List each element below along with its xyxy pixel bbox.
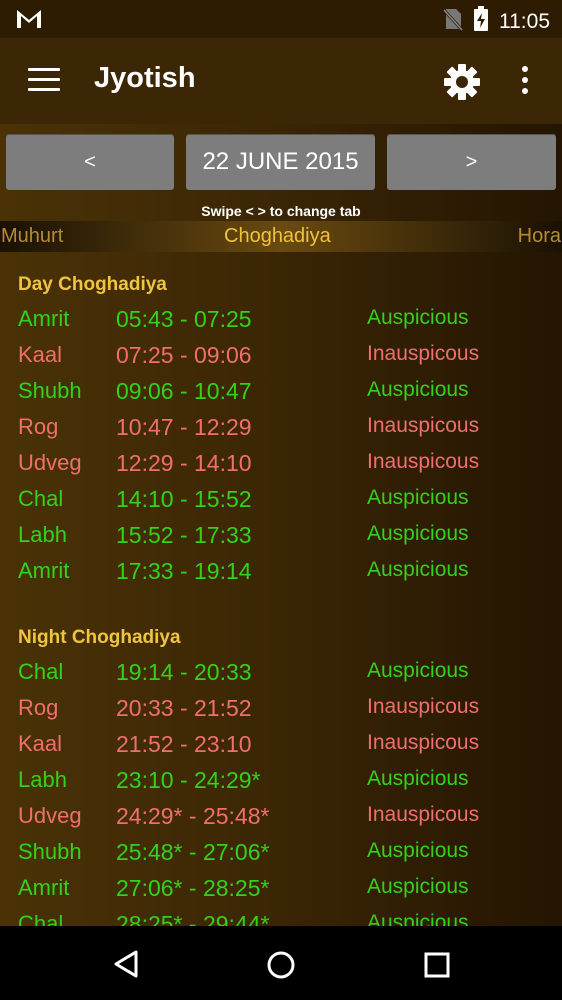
system-nav-bar	[0, 926, 562, 1000]
period-name: Rog	[18, 695, 59, 720]
choghadiya-row: Rog 20:33 - 21:52 Inauspicous	[0, 695, 562, 731]
period-time: 23:10 - 24:29*	[116, 767, 261, 793]
choghadiya-row: Kaal 07:25 - 09:06 Inauspicous	[0, 342, 562, 378]
choghadiya-row: Shubh 25:48* - 27:06* Auspicious	[0, 839, 562, 875]
period-status: Inauspicous	[367, 342, 480, 365]
battery-charging-icon	[473, 6, 489, 37]
period-status: Inauspicous	[367, 695, 480, 718]
app-bar: Jyotish	[0, 38, 562, 124]
tab-hora[interactable]: Hora	[518, 225, 561, 248]
period-time: 12:29 - 14:10	[116, 450, 252, 476]
choghadiya-row: Udveg 12:29 - 14:10 Inauspicous	[0, 450, 562, 486]
tab-muhurt[interactable]: Muhurt	[1, 225, 63, 248]
date-button[interactable]: 22 JUNE 2015	[186, 134, 375, 190]
choghadiya-row: Amrit 05:43 - 07:25 Auspicious	[0, 306, 562, 342]
period-name: Rog	[18, 414, 59, 439]
period-time: 05:43 - 07:25	[116, 306, 252, 332]
period-status: Inauspicous	[367, 414, 480, 437]
tab-choghadiya[interactable]: Choghadiya	[224, 225, 331, 248]
choghadiya-row: Shubh 09:06 - 10:47 Auspicious	[0, 378, 562, 414]
period-name: Udveg	[18, 450, 82, 475]
period-name: Chal	[18, 486, 64, 511]
swipe-hint: Swipe < > to change tab	[201, 203, 361, 219]
period-status: Auspicious	[367, 486, 469, 509]
period-time: 25:48* - 27:06*	[116, 839, 270, 865]
choghadiya-row: Labh 23:10 - 24:29* Auspicious	[0, 767, 562, 803]
period-time: 27:06* - 28:25*	[116, 875, 270, 901]
period-time: 14:10 - 15:52	[116, 486, 252, 512]
period-name: Kaal	[18, 731, 63, 756]
choghadiya-content: < 22 JUNE 2015 > Swipe < > to change tab…	[0, 124, 562, 926]
overflow-menu-icon[interactable]	[522, 66, 530, 99]
period-time: 10:47 - 12:29	[116, 414, 252, 440]
menu-icon[interactable]	[28, 68, 60, 92]
period-name: Labh	[18, 522, 67, 547]
back-icon[interactable]	[112, 950, 140, 983]
period-name: Amrit	[18, 875, 70, 900]
period-status: Auspicious	[367, 659, 469, 682]
period-status: Inauspicous	[367, 803, 480, 826]
choghadiya-row: Rog 10:47 - 12:29 Inauspicous	[0, 414, 562, 450]
night-choghadiya-title: Night Choghadiya	[18, 627, 181, 648]
no-sim-icon	[442, 7, 464, 36]
recents-icon[interactable]	[424, 952, 450, 983]
choghadiya-row: Chal 14:10 - 15:52 Auspicious	[0, 486, 562, 522]
choghadiya-row: Chal 28:25* - 29:44* Auspicious	[0, 911, 562, 926]
period-status: Auspicious	[367, 839, 469, 862]
app-title: Jyotish	[94, 62, 196, 94]
period-time: 19:14 - 20:33	[116, 659, 252, 685]
period-status: Auspicious	[367, 767, 469, 790]
period-time: 07:25 - 09:06	[116, 342, 252, 368]
home-icon[interactable]	[266, 950, 296, 985]
prev-date-button[interactable]: <	[6, 134, 174, 190]
period-status: Auspicious	[367, 306, 469, 329]
choghadiya-row: Amrit 17:33 - 19:14 Auspicious	[0, 558, 562, 594]
period-status: Auspicious	[367, 378, 469, 401]
tab-strip: Muhurt Choghadiya Hora	[0, 221, 562, 252]
period-name: Shubh	[18, 378, 82, 403]
period-name: Udveg	[18, 803, 82, 828]
period-name: Labh	[18, 767, 67, 792]
choghadiya-row: Udveg 24:29* - 25:48* Inauspicous	[0, 803, 562, 839]
period-name: Chal	[18, 911, 64, 926]
gear-icon[interactable]	[442, 62, 482, 107]
period-time: 20:33 - 21:52	[116, 695, 252, 721]
period-status: Auspicious	[367, 875, 469, 898]
period-name: Shubh	[18, 839, 82, 864]
period-time: 17:33 - 19:14	[116, 558, 252, 584]
period-name: Amrit	[18, 306, 70, 331]
next-date-button[interactable]: >	[387, 134, 556, 190]
choghadiya-row: Kaal 21:52 - 23:10 Inauspicous	[0, 731, 562, 767]
period-name: Chal	[18, 659, 64, 684]
day-choghadiya-title: Day Choghadiya	[18, 274, 167, 295]
status-time: 11:05	[499, 9, 550, 33]
period-time: 09:06 - 10:47	[116, 378, 252, 404]
period-name: Amrit	[18, 558, 70, 583]
choghadiya-row: Labh 15:52 - 17:33 Auspicious	[0, 522, 562, 558]
period-status: Auspicious	[367, 911, 469, 926]
period-time: 21:52 - 23:10	[116, 731, 252, 757]
period-status: Inauspicous	[367, 450, 480, 473]
gmail-icon	[16, 8, 42, 35]
period-status: Auspicious	[367, 522, 469, 545]
choghadiya-row: Amrit 27:06* - 28:25* Auspicious	[0, 875, 562, 911]
status-bar: 11:05	[0, 0, 562, 38]
choghadiya-row: Chal 19:14 - 20:33 Auspicious	[0, 659, 562, 695]
period-time: 28:25* - 29:44*	[116, 911, 270, 926]
period-status: Auspicious	[367, 558, 469, 581]
period-status: Inauspicous	[367, 731, 480, 754]
period-name: Kaal	[18, 342, 63, 367]
period-time: 15:52 - 17:33	[116, 522, 252, 548]
period-time: 24:29* - 25:48*	[116, 803, 270, 829]
